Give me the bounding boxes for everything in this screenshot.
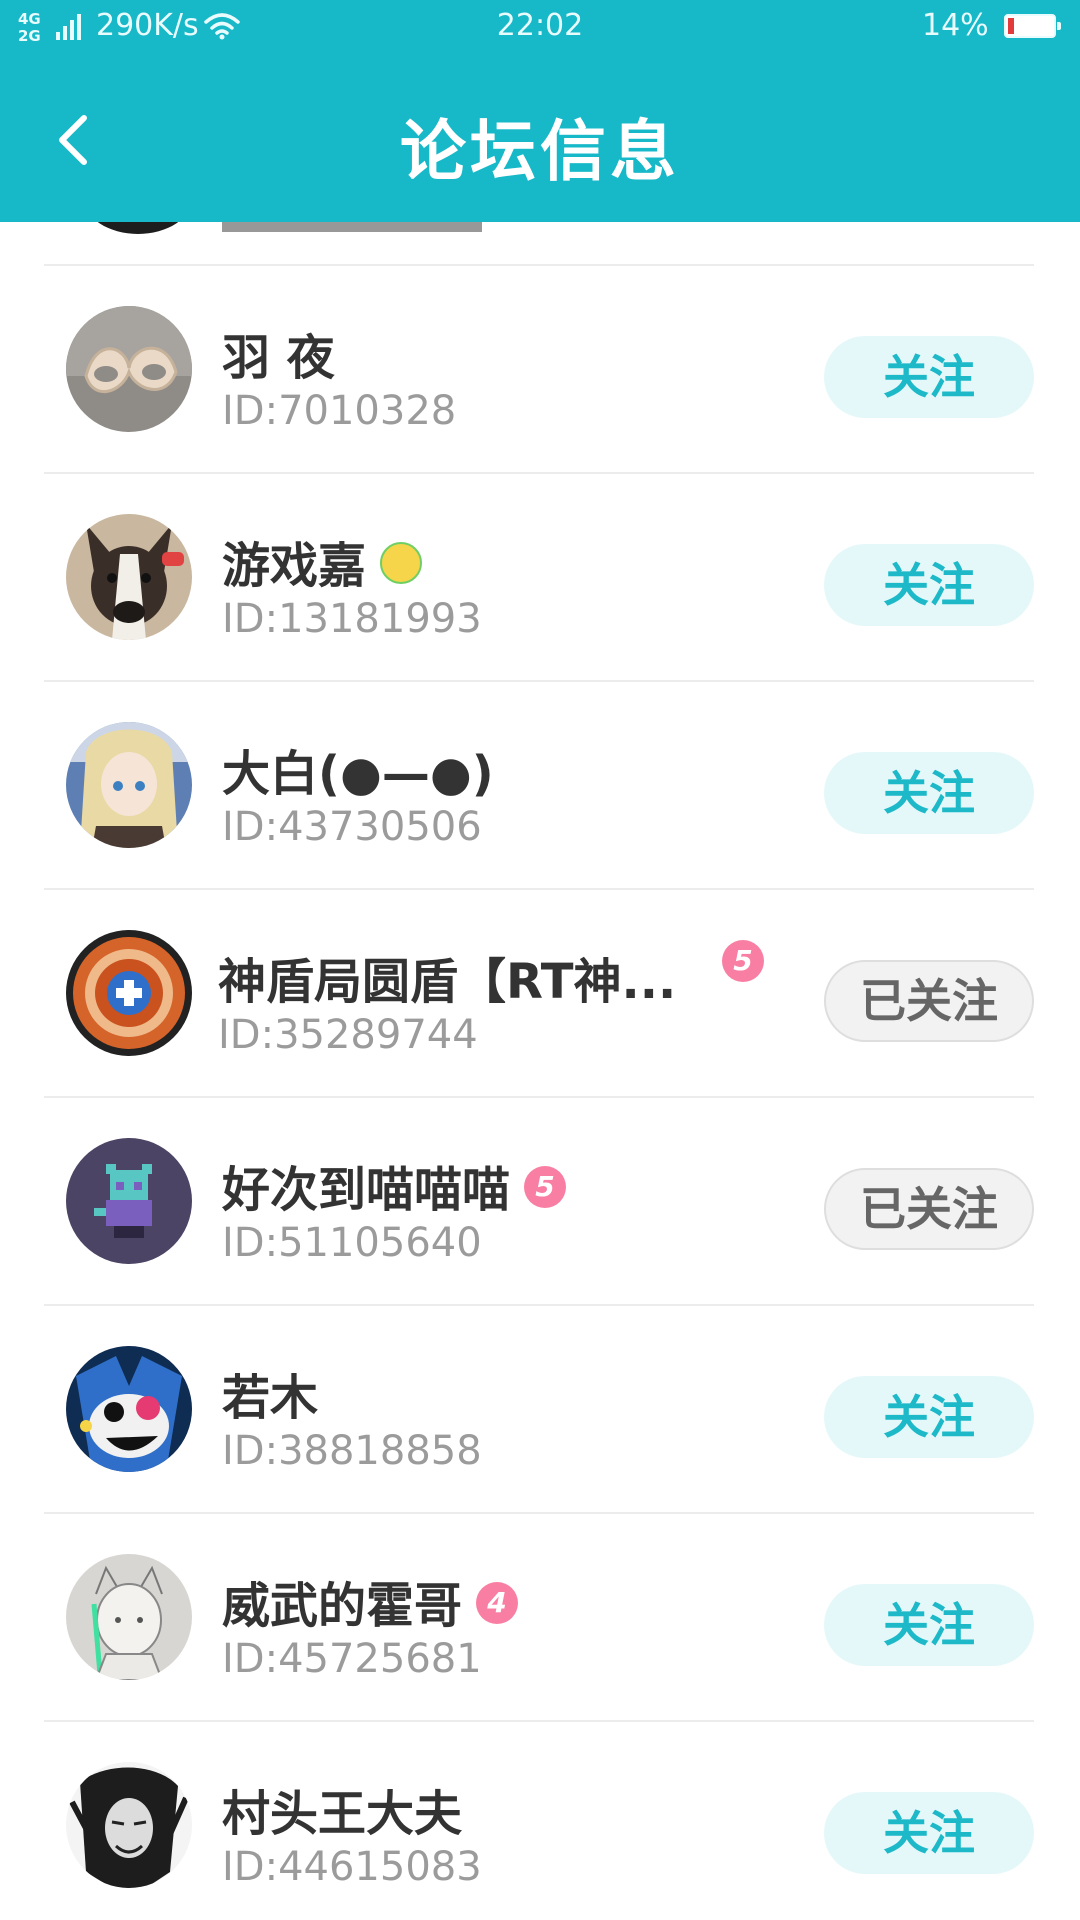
user-name: 好次到喵喵喵 5 <box>222 1150 567 1220</box>
level-badge: 4 <box>476 1582 519 1624</box>
avatar[interactable] <box>66 722 192 848</box>
list-item[interactable]: 若木 ID:38818858 关注 <box>44 1306 1034 1514</box>
user-id: ID:51105640 <box>222 1220 482 1266</box>
followed-button[interactable]: 已关注 <box>824 960 1034 1042</box>
follow-button[interactable]: 关注 <box>824 1792 1034 1874</box>
level-badge: 5 <box>524 1166 567 1208</box>
user-id: ID:38818858 <box>222 1428 482 1474</box>
avatar-frame-badge-icon <box>380 542 423 584</box>
avatar[interactable] <box>66 514 192 640</box>
user-id: ID:13181993 <box>222 596 482 642</box>
follow-button[interactable]: 关注 <box>824 544 1034 626</box>
user-name: 大白(●—●) <box>222 746 494 802</box>
follow-button[interactable]: 关注 <box>824 336 1034 418</box>
battery-percent: 14% <box>922 8 989 43</box>
user-id: ID:45725681 <box>222 1636 482 1682</box>
user-id: ID:7010328 <box>222 388 457 434</box>
user-list[interactable]: 羽 夜 ID:7010328 关注 游戏嘉 ID:13181993 关注 大白(… <box>0 222 1080 1920</box>
user-name: 若木 <box>222 1370 319 1426</box>
battery-icon <box>1004 14 1061 38</box>
follow-button[interactable]: 关注 <box>824 752 1034 834</box>
list-item[interactable]: 好次到喵喵喵 5 ID:51105640 已关注 <box>44 1098 1034 1306</box>
list-item[interactable]: 羽 夜 ID:7010328 关注 <box>44 266 1034 474</box>
partial-text <box>222 222 482 232</box>
avatar[interactable] <box>66 930 192 1056</box>
avatar[interactable] <box>66 306 192 432</box>
avatar <box>84 222 192 234</box>
battery-level <box>1008 18 1015 34</box>
app-header: 论坛信息 <box>0 60 1080 222</box>
user-name: 游戏嘉 <box>222 526 423 596</box>
user-id: ID:44615083 <box>222 1844 482 1890</box>
avatar[interactable] <box>66 1762 192 1888</box>
status-bar: 4G 2G 290K/s 22:02 14% <box>0 0 1080 60</box>
list-item[interactable]: 大白(●—●) ID:43730506 关注 <box>44 682 1034 890</box>
user-id: ID:43730506 <box>222 804 482 850</box>
user-name: 村头王大夫 <box>222 1786 463 1842</box>
list-item[interactable]: 游戏嘉 ID:13181993 关注 <box>44 474 1034 682</box>
avatar[interactable] <box>66 1346 192 1472</box>
follow-button[interactable]: 关注 <box>824 1584 1034 1666</box>
user-id: ID:35289744 <box>218 1012 478 1058</box>
user-name: 羽 夜 <box>222 330 335 386</box>
clock: 22:02 <box>496 8 584 43</box>
list-item-partial <box>44 222 1034 266</box>
list-item[interactable]: 神盾局圆盾【RT神... 5 ID:35289744 已关注 <box>44 890 1034 1098</box>
followed-button[interactable]: 已关注 <box>824 1168 1034 1250</box>
user-name: 威武的霍哥 4 <box>222 1566 519 1636</box>
avatar[interactable] <box>66 1138 192 1264</box>
list-item[interactable]: 村头王大夫 ID:44615083 关注 <box>44 1722 1034 1920</box>
list-item[interactable]: 威武的霍哥 4 ID:45725681 关注 <box>44 1514 1034 1722</box>
follow-button[interactable]: 关注 <box>824 1376 1034 1458</box>
level-badge: 5 <box>722 940 764 982</box>
user-name: 神盾局圆盾【RT神... <box>218 954 677 1010</box>
avatar[interactable] <box>66 1554 192 1680</box>
page-title: 论坛信息 <box>400 113 680 190</box>
